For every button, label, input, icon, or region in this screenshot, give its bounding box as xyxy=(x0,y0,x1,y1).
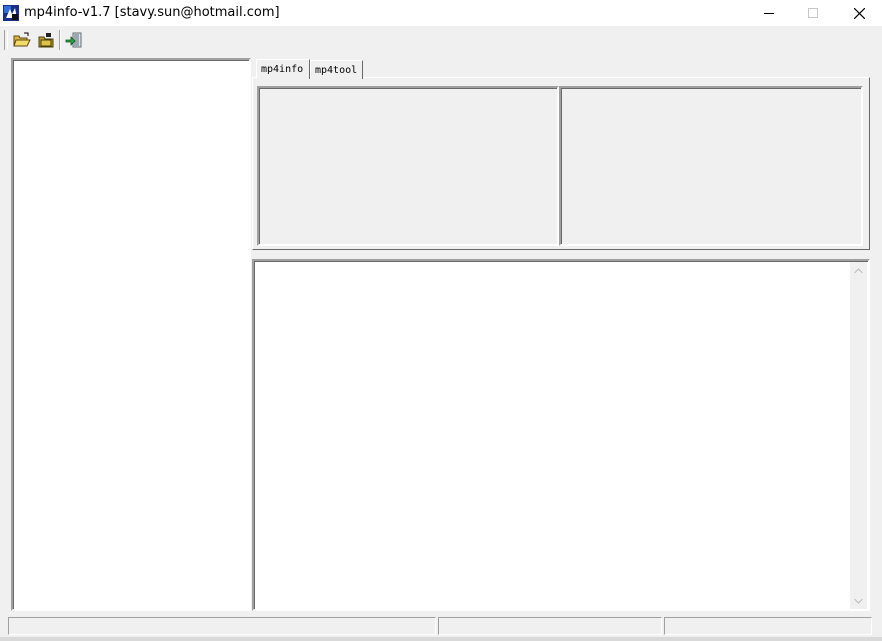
file-tree-panel[interactable] xyxy=(11,58,251,611)
open-folder-icon xyxy=(13,32,31,47)
maximize-icon xyxy=(808,8,818,18)
toolbar xyxy=(0,26,882,54)
scroll-down-button[interactable] xyxy=(850,592,867,609)
status-pane-1 xyxy=(8,617,436,635)
toolbar-separator xyxy=(59,30,61,50)
detail-text-panel[interactable] xyxy=(252,259,870,611)
status-pane-2 xyxy=(438,617,662,635)
close-icon xyxy=(853,7,865,19)
vertical-scrollbar[interactable] xyxy=(850,262,867,609)
save-button[interactable] xyxy=(36,30,56,50)
exit-button[interactable] xyxy=(64,30,84,50)
window-title: mp4info-v1.7 [stavy.sun@hotmail.com] xyxy=(24,5,280,20)
detail-text-inner-border xyxy=(254,261,868,609)
minimize-button[interactable] xyxy=(746,0,792,26)
save-icon xyxy=(38,33,54,48)
tab-mp4info[interactable]: mp4info xyxy=(256,59,310,79)
chevron-up-icon xyxy=(854,267,863,273)
scroll-up-button[interactable] xyxy=(850,262,867,279)
title-bar: mp4info-v1.7 [stavy.sun@hotmail.com] xyxy=(0,0,882,26)
info-panel-left xyxy=(257,86,559,246)
minimize-icon xyxy=(764,13,774,14)
info-panel-left-inner-border xyxy=(259,88,557,244)
info-panel-right xyxy=(559,86,863,246)
file-tree-inner-border xyxy=(13,60,249,609)
tab-mp4tool[interactable]: mp4tool xyxy=(310,60,363,79)
maximize-button[interactable] xyxy=(790,0,836,26)
info-panel-right-inner-border xyxy=(561,88,861,244)
exit-icon xyxy=(65,32,82,48)
chevron-down-icon xyxy=(854,598,863,604)
status-pane-3 xyxy=(664,617,872,635)
window-bottom-edge xyxy=(0,637,882,641)
toolbar-grip[interactable] xyxy=(4,30,8,50)
close-button[interactable] xyxy=(836,0,882,26)
open-file-button[interactable] xyxy=(12,30,32,50)
app-icon xyxy=(3,5,19,21)
